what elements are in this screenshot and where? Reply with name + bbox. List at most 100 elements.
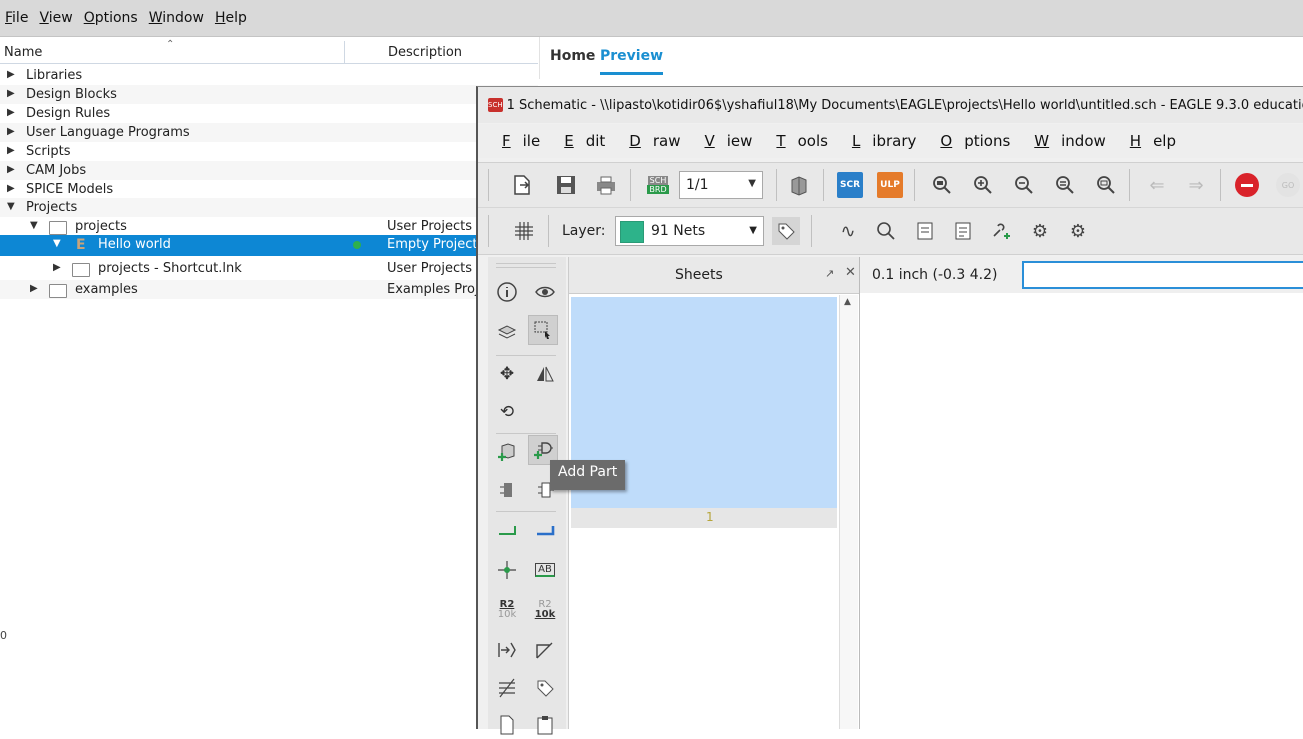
zoom-select-icon[interactable] <box>1092 171 1120 199</box>
drawing-area[interactable]: 0.1 inch (-0.3 4.2) <box>859 257 1303 729</box>
go-icon[interactable]: GO <box>1276 173 1300 197</box>
bus-icon[interactable] <box>530 515 560 545</box>
expand-right-icon[interactable]: ▶ <box>7 145 15 156</box>
expand-right-icon[interactable]: ▶ <box>7 183 15 194</box>
menu-file[interactable]: File <box>5 10 28 26</box>
scroll-up-icon[interactable]: ▲ <box>844 297 851 307</box>
tree-row[interactable]: ▶ projects - Shortcut.lnk User Projects <box>0 259 538 278</box>
sch-menu-library[interactable]: Library <box>840 132 916 150</box>
name-icon[interactable]: R2 10k <box>492 595 522 625</box>
layer-select[interactable]: 91 Nets ▼ <box>615 216 764 246</box>
tree-row[interactable]: ▶ SPICE Models <box>0 180 538 199</box>
rotate-icon[interactable]: ⟲ <box>492 397 522 427</box>
label-icon[interactable]: AB <box>530 555 560 585</box>
net-icon[interactable] <box>492 515 522 545</box>
script-icon[interactable]: SCR <box>837 172 863 198</box>
attribute-tag-icon[interactable] <box>530 673 560 703</box>
tree-row[interactable]: ▶ Design Rules <box>0 104 538 123</box>
sheets-scrollbar[interactable]: ▲ <box>839 295 858 729</box>
sch-menu-edit[interactable]: Edit <box>552 132 605 150</box>
line-icon[interactable] <box>530 635 560 665</box>
mirror-icon[interactable] <box>530 359 560 389</box>
junction-icon[interactable] <box>492 555 522 585</box>
add-connection-icon[interactable] <box>987 217 1015 245</box>
expand-right-icon[interactable]: ▶ <box>53 262 61 273</box>
menu-window[interactable]: Window <box>149 10 204 26</box>
zoom-out-icon[interactable] <box>1010 171 1038 199</box>
split-icon[interactable] <box>492 673 522 703</box>
library-icon[interactable] <box>785 171 813 199</box>
stop-icon[interactable] <box>1235 173 1259 197</box>
zoom-in-icon[interactable] <box>969 171 997 199</box>
grid-icon[interactable] <box>510 217 538 245</box>
miter-icon[interactable] <box>872 217 900 245</box>
tree-row[interactable]: ▶ Design Blocks <box>0 85 538 104</box>
expand-down-icon[interactable]: ▼ <box>53 238 61 249</box>
sch-brd-switch-icon[interactable]: SCH BRD <box>644 171 672 199</box>
toolbar-grip <box>488 215 489 247</box>
gear-icon[interactable]: ⚙ <box>1064 217 1092 245</box>
redo-icon[interactable]: ⇒ <box>1182 171 1210 199</box>
erc-icon[interactable] <box>911 217 939 245</box>
replace-icon[interactable] <box>492 475 522 505</box>
print-icon[interactable] <box>592 171 620 199</box>
menu-options[interactable]: Options <box>84 10 138 26</box>
expand-right-icon[interactable]: ▶ <box>30 283 38 294</box>
info-icon[interactable] <box>492 277 522 307</box>
sch-menu-tools[interactable]: Tools <box>764 132 828 150</box>
expand-right-icon[interactable]: ▶ <box>7 69 15 80</box>
column-separator[interactable] <box>344 41 345 63</box>
expand-down-icon[interactable]: ▼ <box>30 220 38 231</box>
menu-view[interactable]: View <box>39 10 72 26</box>
expand-right-icon[interactable]: ▶ <box>7 88 15 99</box>
tree-row[interactable]: ▶ examples Examples Proj <box>0 280 538 299</box>
open-icon[interactable] <box>508 171 536 199</box>
group-select-icon[interactable] <box>528 315 558 345</box>
save-icon[interactable] <box>552 171 580 199</box>
float-panel-icon[interactable]: ↗ <box>825 267 834 280</box>
tree-row[interactable]: ▼ Projects <box>0 198 538 217</box>
tree-row[interactable]: ▼ E Hello world Empty Project <box>0 235 538 256</box>
tab-preview[interactable]: Preview <box>600 48 664 75</box>
value-icon[interactable]: R2 10k <box>530 595 560 625</box>
tree-row[interactable]: ▶ Scripts <box>0 142 538 161</box>
zoom-redraw-icon[interactable] <box>1051 171 1079 199</box>
layers-icon[interactable] <box>492 317 522 347</box>
pin-icon[interactable] <box>492 635 522 665</box>
tree-row[interactable]: ▶ CAM Jobs <box>0 161 538 180</box>
copy-icon[interactable] <box>492 709 522 739</box>
zoom-fit-icon[interactable] <box>928 171 956 199</box>
show-eye-icon[interactable] <box>530 277 560 307</box>
undo-icon[interactable]: ⇐ <box>1143 171 1171 199</box>
sch-menu-help[interactable]: Help <box>1118 132 1176 150</box>
menu-help[interactable]: Help <box>215 10 247 26</box>
expand-right-icon[interactable]: ▶ <box>7 126 15 137</box>
sheet-select[interactable]: 1/1 ▼ <box>679 171 763 199</box>
sch-menu-view[interactable]: View <box>692 132 752 150</box>
sch-menu-file[interactable]: File <box>490 132 540 150</box>
column-header-name[interactable]: Name <box>4 45 42 60</box>
settings-gear-icon[interactable]: ⚙ <box>1026 217 1054 245</box>
wire-bend-icon[interactable]: ∿ <box>834 217 862 245</box>
active-project-icon[interactable] <box>353 241 361 249</box>
move-icon[interactable]: ✥ <box>492 359 522 389</box>
paste-icon[interactable] <box>530 709 560 739</box>
ulp-icon[interactable]: ULP <box>877 172 903 198</box>
expand-right-icon[interactable]: ▶ <box>7 164 15 175</box>
check-icon[interactable] <box>949 217 977 245</box>
sch-menu-draw[interactable]: Draw <box>617 132 680 150</box>
expand-right-icon[interactable]: ▶ <box>7 107 15 118</box>
expand-down-icon[interactable]: ▼ <box>7 201 15 212</box>
schematic-title-bar[interactable]: SCH 1 Schematic - \\lipasto\kotidir06$\y… <box>478 87 1303 123</box>
column-header-description[interactable]: Description <box>388 45 462 60</box>
tree-row[interactable]: ▶ User Language Programs <box>0 123 538 142</box>
close-icon[interactable]: ✕ <box>845 265 856 280</box>
tab-home[interactable]: Home <box>550 48 595 64</box>
tree-row[interactable]: ▼ projects User Projects <box>0 217 538 236</box>
sch-menu-window[interactable]: Window <box>1022 132 1106 150</box>
tag-icon[interactable] <box>772 217 800 245</box>
command-input[interactable] <box>1022 261 1303 289</box>
add-library-icon[interactable] <box>492 437 522 467</box>
tree-row[interactable]: ▶ Libraries <box>0 66 538 85</box>
sch-menu-options[interactable]: Options <box>928 132 1010 150</box>
